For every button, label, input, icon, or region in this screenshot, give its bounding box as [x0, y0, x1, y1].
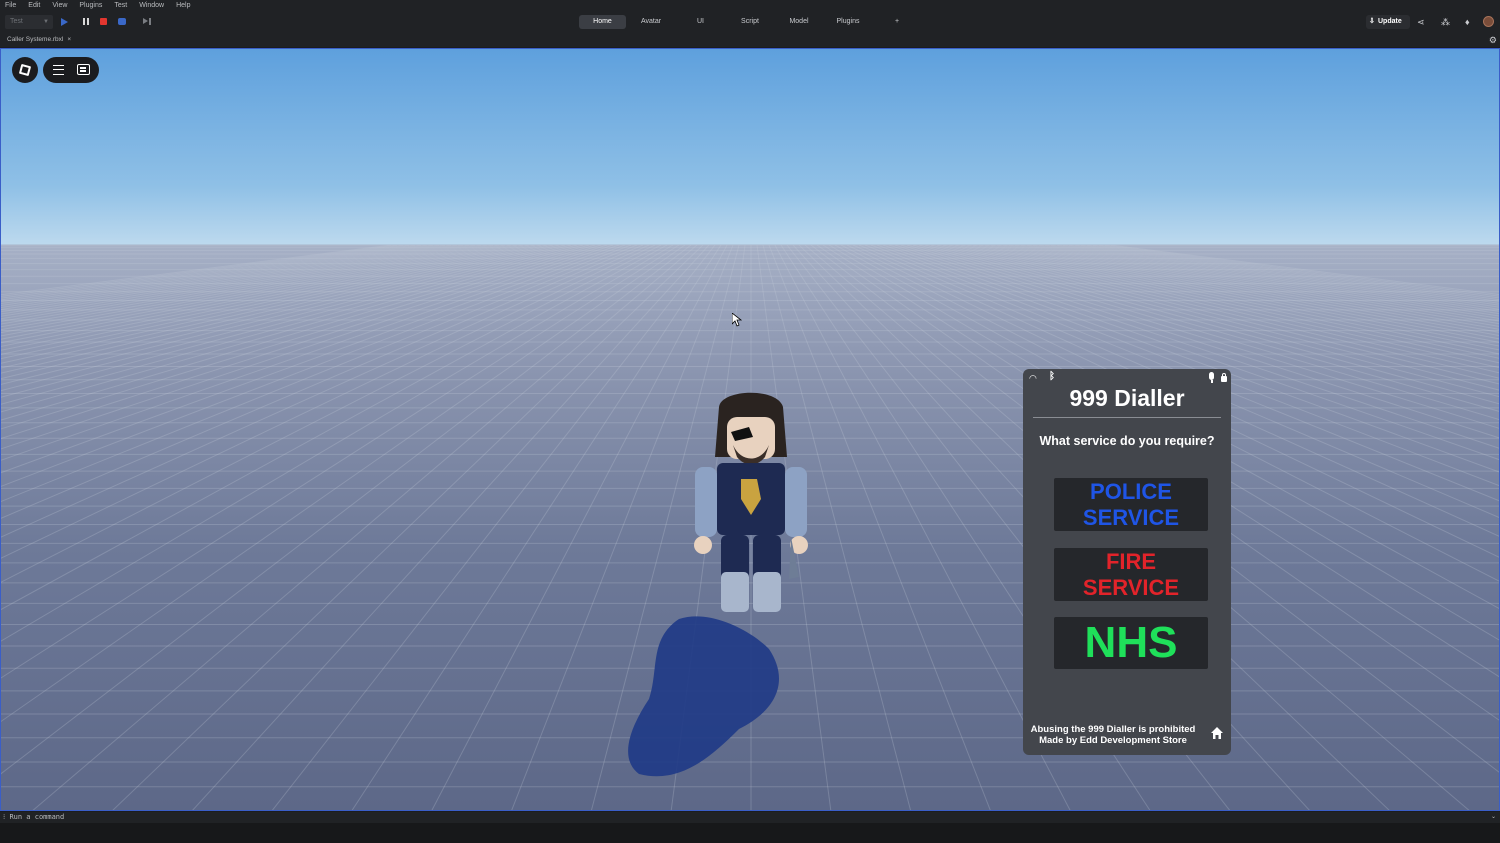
test-mode-select[interactable]: Test ▼: [5, 15, 53, 29]
stop-icon[interactable]: [100, 18, 107, 25]
update-button[interactable]: ⇩ Update: [1366, 15, 1410, 29]
bottom-strip: [0, 823, 1500, 843]
dialler-footer: Abusing the 999 Dialler is prohibited Ma…: [1023, 724, 1203, 746]
close-icon[interactable]: ×: [67, 36, 71, 43]
share-icon[interactable]: ⋖: [1417, 16, 1425, 28]
police-service-label: POLICE SERVICE: [1082, 478, 1180, 530]
tab-model[interactable]: Model: [775, 15, 823, 29]
menu-help[interactable]: Help: [176, 0, 190, 11]
title-divider: [1033, 417, 1221, 418]
menu-pill: [43, 57, 99, 83]
nhs-button[interactable]: NHS: [1054, 617, 1208, 669]
menu-test[interactable]: Test: [114, 0, 127, 11]
tab-script[interactable]: Script: [725, 15, 775, 29]
bell-icon[interactable]: ♦: [1465, 16, 1470, 28]
credit-text: Made by Edd Development Store: [1039, 734, 1187, 746]
update-label: Update: [1378, 18, 1402, 25]
menu-bar: File Edit View Plugins Test Window Help: [0, 0, 1500, 11]
command-input[interactable]: ⁝ Run a command: [3, 812, 64, 823]
avatar-shadow: [628, 616, 779, 777]
menu-file[interactable]: File: [5, 0, 16, 11]
tab-avatar[interactable]: Avatar: [626, 15, 676, 29]
nhs-label: NHS: [1084, 618, 1178, 667]
game-viewport[interactable]: ◠ ᛒ 999 Dialler What service do you requ…: [0, 48, 1500, 811]
roblox-logo-icon: [18, 63, 32, 77]
service-question: What service do you require?: [1039, 434, 1215, 448]
home-icon[interactable]: [1210, 726, 1224, 740]
fire-service-button[interactable]: FIRE SERVICE: [1054, 548, 1208, 601]
ribbon-tabs: Home Avatar UI Script Model Plugins +: [579, 15, 921, 29]
chevron-down-icon: ▼: [43, 19, 49, 25]
microphone-icon: [1209, 372, 1214, 383]
command-placeholder: Run a command: [9, 813, 65, 821]
tab-home[interactable]: Home: [579, 15, 626, 29]
chat-icon[interactable]: [77, 64, 90, 75]
gear-icon[interactable]: ⚙: [1489, 34, 1497, 46]
roblox-menu-button[interactable]: [12, 57, 38, 83]
test-mode-value: Test: [10, 18, 23, 25]
file-tab-caller-systeme[interactable]: Caller Systeme.rbxl ×: [3, 34, 75, 46]
bluetooth-icon: ᛒ: [1049, 371, 1055, 382]
file-tab-label: Caller Systeme.rbxl: [7, 36, 64, 43]
pause-icon[interactable]: [82, 17, 92, 27]
file-tabs: Caller Systeme.rbxl × ⚙: [0, 33, 1500, 47]
lock-icon: [1221, 373, 1227, 382]
hamburger-icon[interactable]: [53, 65, 64, 75]
wifi-icon: ◠: [1029, 373, 1037, 383]
abuse-notice: Abusing the 999 Dialler is prohibited: [1030, 724, 1196, 735]
menu-plugins[interactable]: Plugins: [79, 0, 102, 11]
menu-edit[interactable]: Edit: [28, 0, 40, 11]
phone-status-bar: ◠ ᛒ: [1029, 371, 1227, 384]
dialler-panel: ◠ ᛒ 999 Dialler What service do you requ…: [1023, 369, 1231, 755]
tab-add[interactable]: +: [873, 15, 921, 29]
toolbar: Test ▼ Home Avatar UI Script Model Plugi…: [0, 11, 1500, 33]
user-avatar[interactable]: [1483, 16, 1494, 27]
tab-plugins[interactable]: Plugins: [823, 15, 873, 29]
play-icon[interactable]: [61, 18, 68, 26]
fire-service-label: FIRE SERVICE: [1082, 548, 1180, 600]
police-service-button[interactable]: POLICE SERVICE: [1054, 478, 1208, 531]
tab-ui[interactable]: UI: [676, 15, 725, 29]
menu-view[interactable]: View: [52, 0, 67, 11]
menu-window[interactable]: Window: [139, 0, 164, 11]
camera-icon[interactable]: [118, 18, 126, 25]
dialler-title: 999 Dialler: [1069, 385, 1185, 411]
chevron-down-icon[interactable]: ⌄: [1491, 812, 1496, 823]
command-bar[interactable]: ⁝ Run a command ⌄: [0, 812, 1500, 823]
player-avatar: [694, 392, 808, 612]
collaborate-icon[interactable]: ⁂: [1441, 16, 1450, 28]
step-forward-icon[interactable]: [143, 18, 151, 25]
update-icon: ⇩: [1369, 18, 1375, 25]
